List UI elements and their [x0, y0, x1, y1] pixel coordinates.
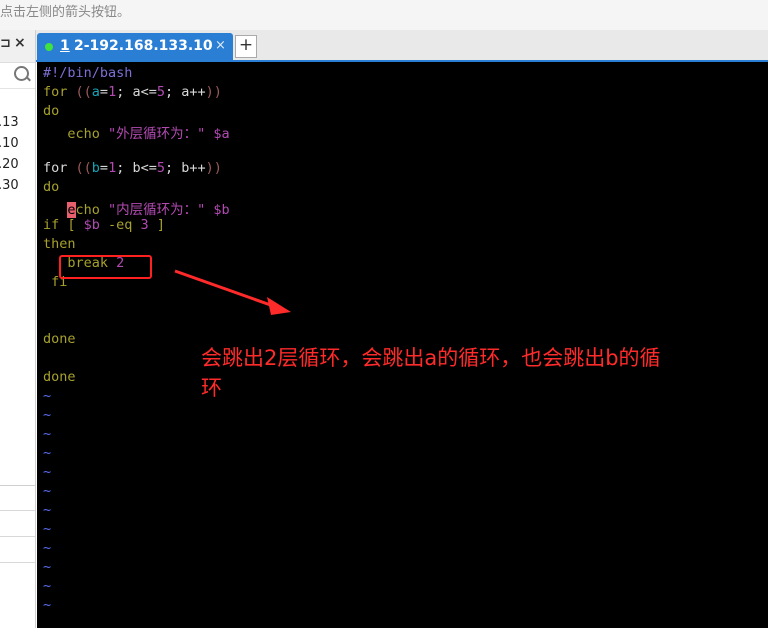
code-token: for — [43, 84, 76, 100]
code-token: if [ — [43, 217, 84, 233]
code-line: for ((b=1; b<=5; b++)) — [43, 160, 222, 179]
code-token: )) — [205, 160, 222, 176]
code-line: #!/bin/bash — [43, 65, 132, 84]
code-line: done — [43, 331, 76, 350]
empty-line-tilde: ~ — [43, 388, 52, 404]
code-line: done — [43, 369, 76, 388]
session-search[interactable] — [0, 62, 35, 89]
close-icon[interactable]: × — [14, 35, 26, 51]
divider — [0, 510, 35, 511]
annotation-arrow — [174, 269, 291, 315]
code-line: do — [43, 179, 59, 198]
tab-index: 1 — [60, 38, 70, 54]
code-token: -eq — [99, 217, 141, 233]
host-item[interactable]: .13 — [0, 112, 19, 133]
code-token: 3 — [140, 217, 149, 233]
code-token: 5 — [156, 160, 165, 176]
terminal-screen[interactable]: #!/bin/bash for ((a=1; a<=5; a++)) do echo… — [37, 62, 768, 628]
code-token: do — [43, 103, 60, 119]
search-icon[interactable] — [14, 66, 29, 81]
host-item[interactable]: .10 — [0, 133, 19, 154]
annotation-text: 会跳出2层循环，会跳出a的循环，也会跳出b的循环 — [201, 346, 661, 400]
code-token: done — [43, 331, 76, 347]
text-cursor: e — [67, 202, 76, 218]
connected-status-icon — [45, 43, 53, 51]
empty-line-tilde: ~ — [43, 426, 52, 442]
code-token: 1 — [108, 160, 117, 176]
empty-line-tilde: ~ — [43, 540, 52, 556]
code-token: a — [91, 84, 100, 100]
code-line: echo "外层循环为：" $a — [43, 122, 230, 142]
host-label: .10 — [0, 136, 19, 151]
hint-text: 点击左侧的箭头按钮。 — [0, 5, 131, 20]
code-token: )) — [205, 84, 222, 100]
host-label: .20 — [0, 157, 19, 172]
code-token: ; a++ — [164, 84, 206, 100]
code-token: done — [43, 369, 76, 385]
session-details-panel — [0, 485, 35, 628]
tab-bar: 1 2-192.168.133.10 × + — [36, 30, 768, 62]
code-token: ] — [148, 217, 165, 233]
code-token: "外层循环为：" $a — [108, 126, 230, 142]
host-item[interactable]: .20 — [0, 154, 19, 175]
code-line: then — [43, 236, 76, 255]
code-token: "内层循环为：" $b — [108, 202, 230, 218]
session-panel-header: ⊐ × — [0, 30, 35, 63]
code-token: echo — [67, 126, 109, 142]
tab-session[interactable]: 1 2-192.168.133.10 × — [37, 33, 233, 60]
add-tab-button[interactable]: + — [235, 35, 257, 58]
code-token: (( — [75, 160, 92, 176]
code-token: 5 — [156, 84, 165, 100]
tab-title: 2-192.168.133.10 — [74, 38, 213, 54]
code-token: ; b<= — [116, 160, 157, 176]
code-token: ; b++ — [164, 160, 206, 176]
code-token: $b — [83, 217, 100, 233]
code-line: if [ $b -eq 3 ] — [43, 217, 165, 236]
code-line: for ((a=1; a<=5; a++)) — [43, 84, 222, 103]
code-token: b — [91, 160, 100, 176]
empty-line-tilde: ~ — [43, 445, 52, 461]
code-token: = — [99, 84, 109, 100]
code-token: then — [43, 236, 76, 252]
divider — [0, 536, 35, 537]
code-line: do — [43, 103, 59, 122]
empty-line-tilde: ~ — [43, 464, 52, 480]
empty-line-tilde: ~ — [43, 521, 52, 537]
code-token: cho — [75, 202, 109, 218]
divider — [0, 562, 35, 563]
code-token: for — [43, 160, 76, 176]
empty-line-tilde: ~ — [43, 502, 52, 518]
host-list: .13 .10 .20 .30 — [0, 112, 19, 196]
hint-bar: 点击左侧的箭头按钮。 — [0, 0, 768, 30]
code-token: ; a<= — [116, 84, 157, 100]
host-item[interactable]: .30 — [0, 175, 19, 196]
code-line: echo "内层循环为：" $b — [43, 198, 230, 218]
code-token: do — [43, 179, 60, 195]
highlight-box — [59, 255, 152, 279]
pin-icon[interactable]: ⊐ — [0, 36, 11, 51]
code-token: = — [99, 160, 109, 176]
empty-line-tilde: ~ — [43, 597, 52, 613]
session-panel: ⊐ × .13 .10 .20 .30 — [0, 30, 36, 628]
code-token: #!/bin/bash — [43, 65, 133, 81]
empty-line-tilde: ~ — [43, 407, 52, 423]
code-token: (( — [75, 84, 92, 100]
code-token: 1 — [108, 84, 117, 100]
close-tab-icon[interactable]: × — [215, 38, 226, 53]
host-label: .13 — [0, 115, 19, 130]
empty-line-tilde: ~ — [43, 578, 52, 594]
empty-line-tilde: ~ — [43, 483, 52, 499]
host-label: .30 — [0, 178, 19, 193]
empty-line-tilde: ~ — [43, 559, 52, 575]
